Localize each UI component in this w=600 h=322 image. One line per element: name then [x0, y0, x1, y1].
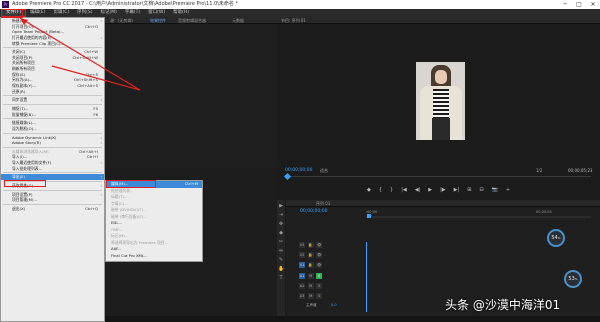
arrow-to-file-menu: [19, 17, 141, 91]
annotation-arrows: [19, 17, 141, 91]
arrow-head-icon: [20, 18, 28, 25]
arrow-secondary: [51, 65, 141, 91]
watermark-text: 头条 @沙漠中海洋01: [445, 298, 561, 312]
